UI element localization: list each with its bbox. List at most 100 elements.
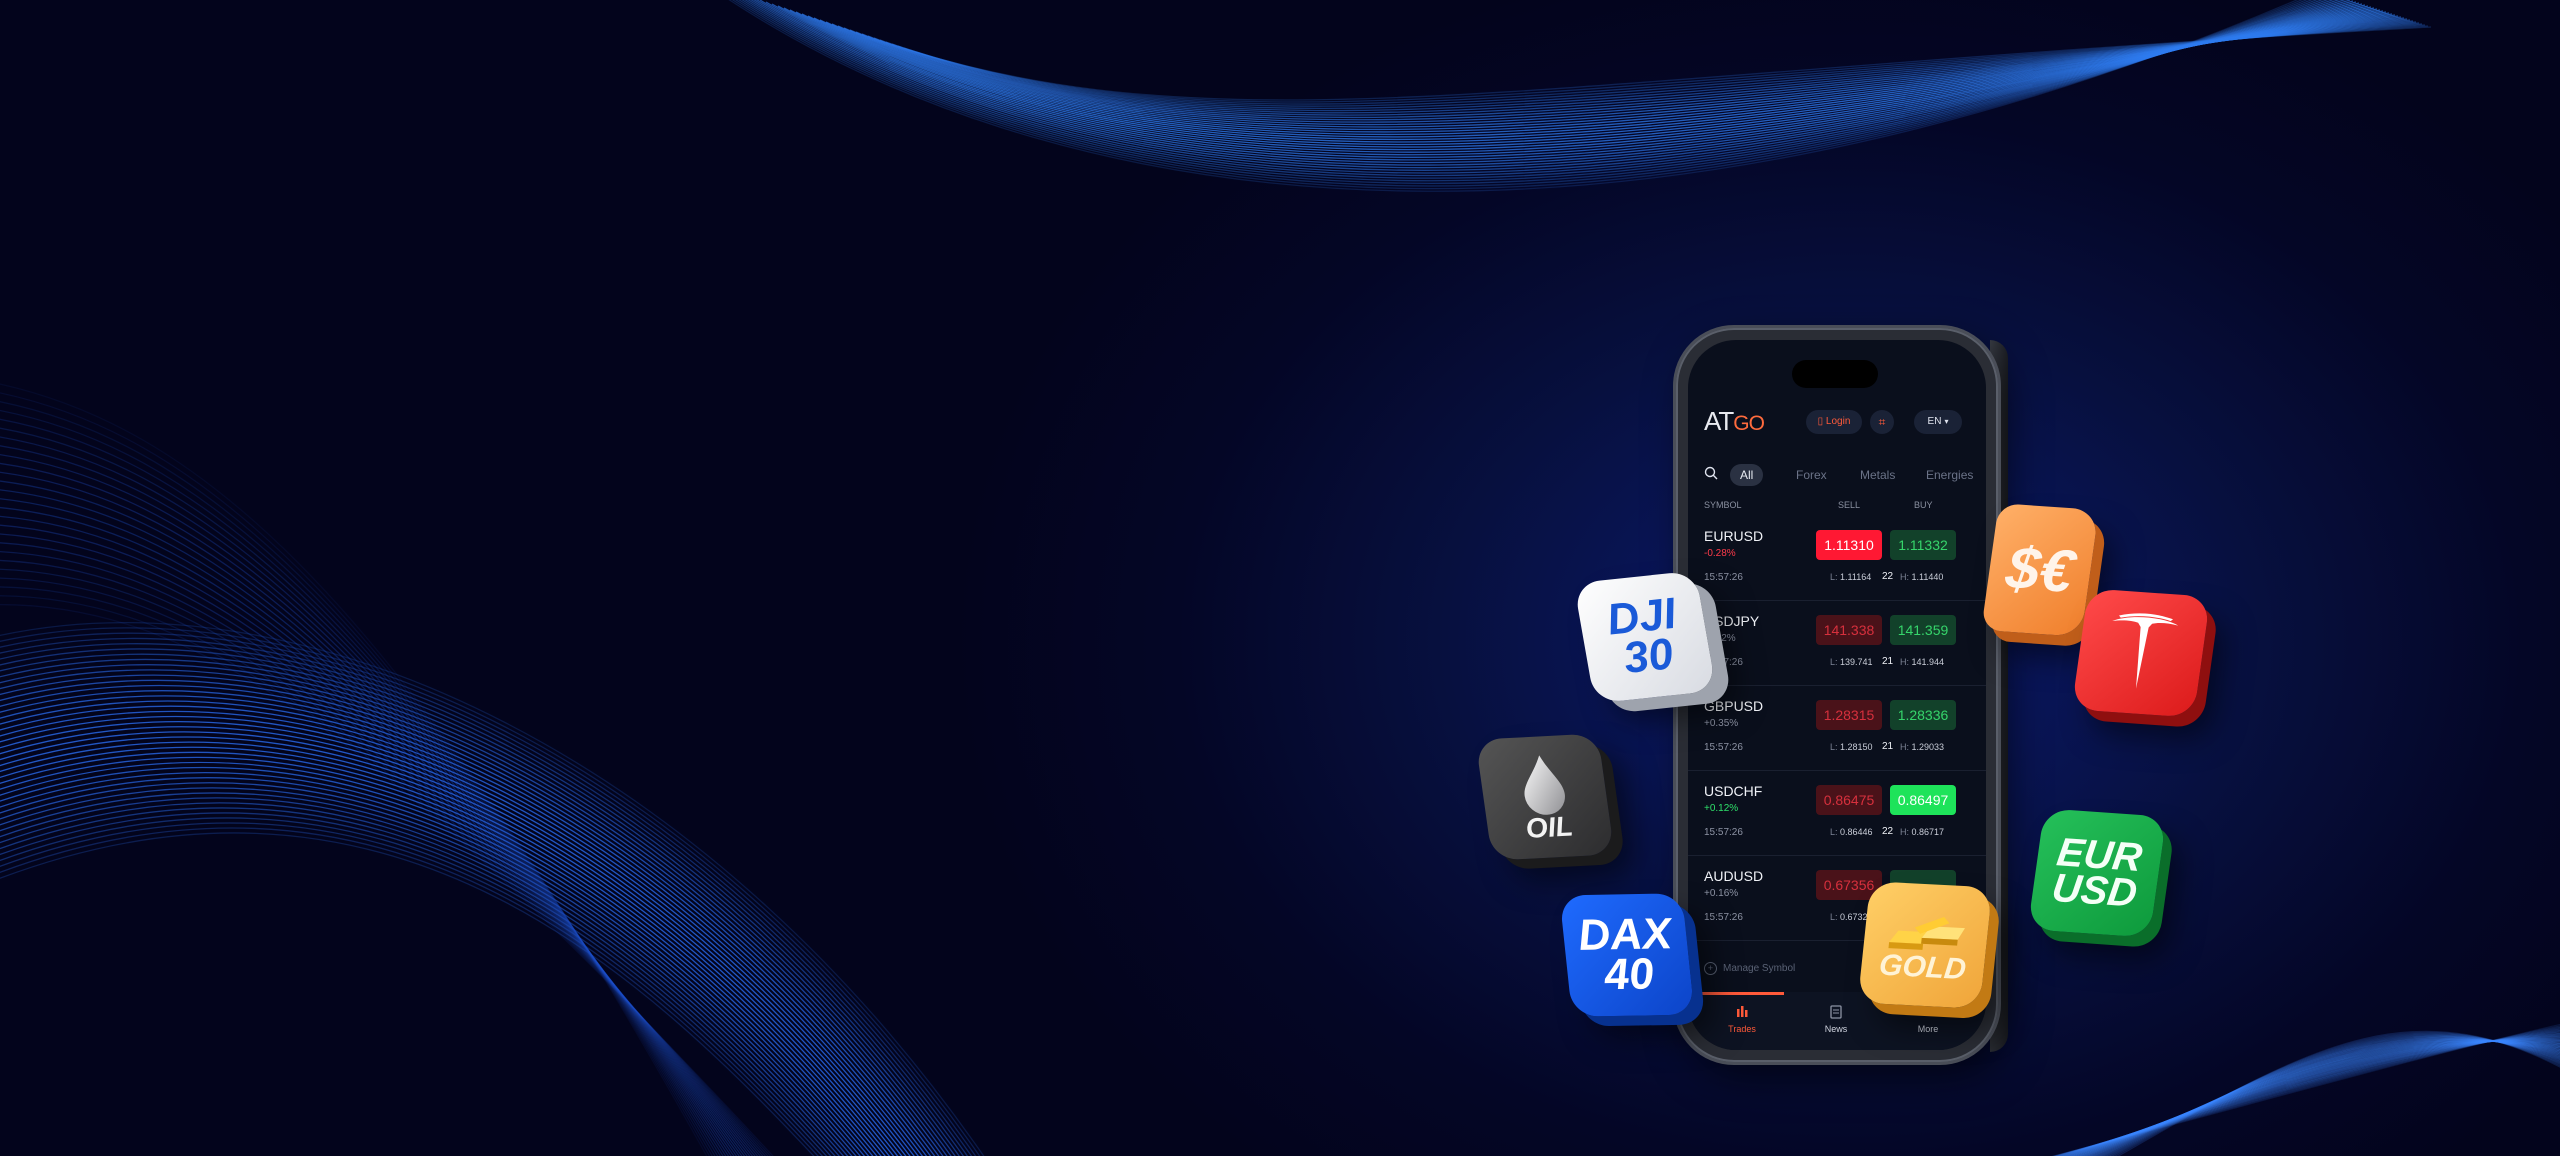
language-selector[interactable]: EN ▾ — [1914, 410, 1962, 434]
tab-metals[interactable]: Metals — [1860, 464, 1895, 486]
symbol-name: AUDUSD — [1704, 868, 1764, 884]
wave-line — [0, 383, 708, 1156]
nav-trades-label: Trades — [1728, 1024, 1756, 1034]
background-waves — [0, 0, 2560, 1156]
high-label: H: — [1900, 827, 1909, 837]
active-tab-indicator — [1700, 992, 1784, 995]
change-percent: +0.16% — [1704, 888, 1739, 899]
dynamic-island — [1792, 360, 1878, 388]
wave-line — [0, 674, 944, 1156]
currency-symbols: $€ — [2002, 533, 2079, 606]
gold-tile: GOLD — [1857, 881, 1993, 1009]
high-price: H: 0.86717 — [1900, 827, 1944, 837]
wave-line — [0, 445, 727, 1156]
quote-row-usdchf[interactable]: USDCHF +0.12% 15:57:26 0.86475 0.86497 L… — [1688, 771, 1986, 856]
category-tabs: All Forex Metals Energies — [1688, 460, 1986, 488]
logo-at: AT — [1704, 406, 1734, 436]
low-value: 1.11164 — [1840, 572, 1872, 582]
wave-line — [0, 741, 891, 1156]
wave-line — [0, 782, 857, 1156]
change-percent: -0.28% — [1704, 548, 1736, 559]
quotes-list: EURUSD -0.28% 15:57:26 1.11310 1.11332 L… — [1688, 516, 1986, 941]
wave-line — [2066, 1038, 2560, 1156]
buy-price-button[interactable]: 0.86497 — [1890, 785, 1956, 815]
wave-line — [0, 622, 985, 1156]
quote-row-usdjpy[interactable]: USDJPY -0.22% 15:57:26 141.338 141.359 L… — [1688, 601, 1986, 686]
chevron-down-icon: ▾ — [1944, 417, 1949, 426]
column-symbol: SYMBOL — [1704, 500, 1742, 510]
high-value: 1.11440 — [1911, 572, 1944, 582]
gold-label: GOLD — [1877, 948, 1968, 986]
wave-line — [2072, 1040, 2560, 1156]
wave-line — [885, 20, 2414, 114]
nav-news[interactable]: News — [1796, 1004, 1876, 1034]
plus-icon: + — [1704, 962, 1717, 975]
tesla-tile — [2071, 588, 2211, 718]
sell-price-button[interactable]: 1.28315 — [1816, 700, 1882, 730]
buy-price-button[interactable]: 141.359 — [1890, 615, 1956, 645]
high-value: 141.944 — [1911, 657, 1945, 667]
quote-time: 15:57:26 — [1704, 827, 1743, 838]
qr-icon: ⌗ — [1878, 415, 1886, 429]
wave-line — [0, 409, 716, 1156]
high-label: H: — [1900, 657, 1909, 667]
nav-more[interactable]: More — [1888, 1004, 1968, 1034]
high-price: H: 141.944 — [1900, 657, 1944, 667]
wave-line — [2077, 1040, 2560, 1156]
wave-line — [0, 489, 740, 1156]
low-label: L: — [1830, 827, 1838, 837]
tab-all[interactable]: All — [1730, 464, 1764, 486]
manage-symbol-button[interactable]: + Manage Symbol — [1704, 962, 1795, 975]
language-label: EN — [1927, 416, 1942, 427]
symbol-name: USDJPY — [1704, 613, 1760, 629]
wave-line — [0, 638, 973, 1156]
login-button[interactable]: ▯ Login — [1806, 410, 1862, 434]
high-price: H: 1.29033 — [1900, 742, 1944, 752]
quote-row-eurusd[interactable]: EURUSD -0.28% 15:57:26 1.11310 1.11332 L… — [1688, 516, 1986, 601]
login-icon: ▯ — [1817, 416, 1824, 427]
change-percent: -0.22% — [1704, 633, 1736, 644]
buy-price-button[interactable]: 1.28336 — [1890, 700, 1956, 730]
sell-price-button[interactable]: 0.86475 — [1816, 785, 1882, 815]
change-percent: +0.35% — [1704, 718, 1739, 729]
low-label: L: — [1830, 742, 1838, 752]
wave-line — [0, 648, 964, 1156]
column-buy: BUY — [1914, 500, 1933, 510]
spread-value: 22 — [1882, 826, 1894, 837]
low-price: L: 1.11164 — [1830, 572, 1871, 582]
eurusd-tile: EUR USD — [2027, 808, 2167, 938]
symbol-name: USDCHF — [1704, 783, 1763, 799]
currency-tile: $€ — [1981, 503, 2099, 637]
buy-price-button[interactable]: 1.11332 — [1890, 530, 1956, 560]
nav-news-label: News — [1824, 1024, 1848, 1034]
tesla-logo-icon — [2112, 613, 2179, 689]
oil-tile: OIL — [1475, 733, 1615, 861]
wave-line — [2080, 1040, 2560, 1156]
quote-time: 15:57:26 — [1704, 572, 1743, 583]
low-price: L: 0.86446 — [1830, 827, 1873, 837]
wave-line — [0, 787, 853, 1156]
tab-energies[interactable]: Energies — [1926, 464, 1973, 486]
sell-price-button[interactable]: 1.11310 — [1816, 530, 1882, 560]
search-icon[interactable] — [1704, 466, 1718, 480]
symbol-name: EURUSD — [1704, 528, 1764, 544]
low-label: L: — [1830, 912, 1838, 922]
sell-price-button[interactable]: 141.338 — [1816, 615, 1882, 645]
gold-bars-icon — [1888, 916, 1966, 950]
nav-trades[interactable]: Trades — [1702, 1004, 1782, 1034]
dji30-tile: DJI 30 — [1573, 570, 1717, 704]
qr-grid-button[interactable]: ⌗ — [1870, 410, 1894, 434]
low-label: L: — [1830, 657, 1838, 667]
tab-forex[interactable]: Forex — [1796, 464, 1827, 486]
spread-value: 22 — [1882, 571, 1894, 582]
quote-row-gbpusd[interactable]: GBPUSD +0.35% 15:57:26 1.28315 1.28336 L… — [1688, 686, 1986, 771]
wave-line — [0, 679, 940, 1156]
wave-line — [2070, 1039, 2560, 1156]
spread-value: 21 — [1882, 741, 1894, 752]
low-price: L: 139.741 — [1830, 657, 1873, 667]
atgo-logo[interactable]: ATGO — [1704, 406, 1765, 437]
candlestick-icon — [1737, 1006, 1748, 1017]
quote-time: 15:57:26 — [1704, 742, 1743, 753]
logo-go: GO — [1733, 412, 1765, 435]
dax40-tile: DAX 40 — [1559, 893, 1695, 1017]
